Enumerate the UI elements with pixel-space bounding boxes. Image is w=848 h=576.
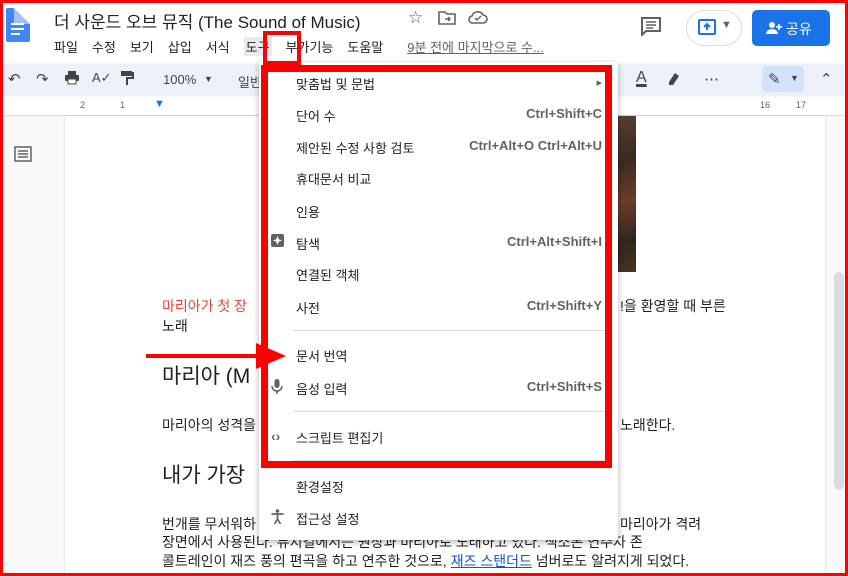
screenshot-border (0, 0, 848, 576)
